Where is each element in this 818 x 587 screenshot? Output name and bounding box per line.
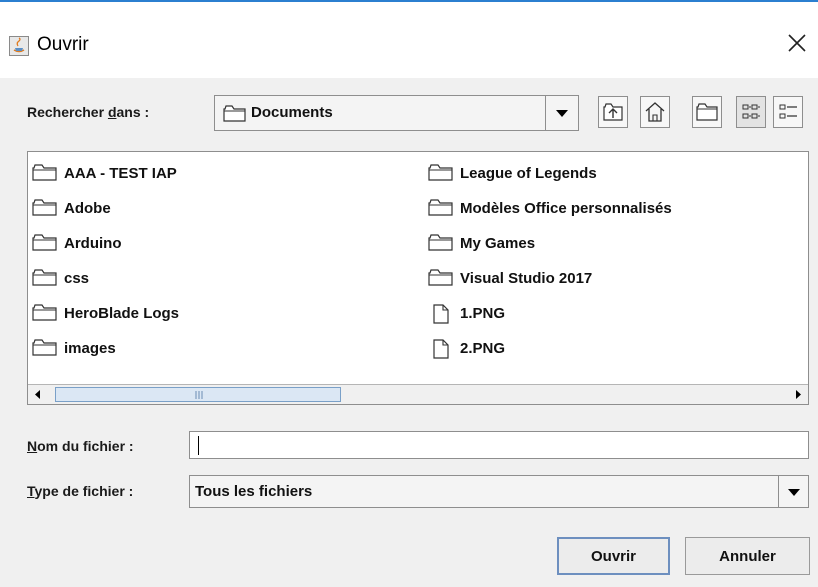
list-item-label: Modèles Office personnalisés (460, 199, 672, 217)
list-item-label: 2.PNG (460, 339, 506, 357)
up-one-level-button[interactable] (598, 96, 628, 128)
file-type-label: Type de fichier : (27, 483, 134, 499)
folder-icon (428, 199, 454, 217)
up-one-level-icon (603, 103, 623, 121)
file-icon (428, 339, 454, 359)
details-view-icon (779, 104, 797, 119)
list-item-label: League of Legends (460, 164, 597, 182)
look-in-value: Documents (251, 104, 333, 121)
list-item[interactable]: Arduino (32, 231, 122, 255)
folder-icon (32, 164, 58, 182)
scroll-right-button[interactable] (788, 385, 808, 404)
home-button[interactable] (640, 96, 670, 128)
folder-icon (32, 269, 58, 287)
list-item-label: Arduino (64, 234, 122, 252)
list-item-label: Adobe (64, 199, 111, 217)
list-item[interactable]: Visual Studio 2017 (428, 266, 592, 290)
folder-icon (32, 234, 58, 252)
list-item[interactable]: 1.PNG (428, 301, 505, 325)
new-folder-button[interactable] (692, 96, 722, 128)
horizontal-scrollbar[interactable] (28, 384, 808, 404)
list-view-icon (742, 104, 760, 119)
file-type-dropdown-button[interactable] (778, 476, 808, 507)
chevron-down-icon (788, 489, 800, 496)
list-item[interactable]: Adobe (32, 196, 111, 220)
chevron-down-icon (556, 110, 568, 117)
folder-icon (428, 269, 454, 287)
list-item-label: css (64, 269, 90, 287)
file-type-combo[interactable]: Tous les fichiers (189, 475, 809, 508)
folder-icon (223, 105, 247, 128)
folder-icon (32, 339, 58, 357)
list-item[interactable]: League of Legends (428, 161, 597, 185)
window-title: Ouvrir (37, 34, 89, 55)
file-list[interactable]: AAA - TEST IAP Adobe Arduino css HeroBlade L… (27, 151, 809, 405)
list-item[interactable]: AAA - TEST IAP (32, 161, 177, 185)
file-icon (428, 304, 454, 324)
list-item[interactable]: HeroBlade Logs (32, 301, 179, 325)
look-in-label: Rechercher dans : (27, 104, 150, 120)
open-button[interactable]: Ouvrir (557, 537, 670, 575)
chevron-left-icon (35, 390, 40, 399)
folder-icon (32, 304, 58, 322)
list-item[interactable]: Modèles Office personnalisés (428, 196, 672, 220)
list-item-label: images (64, 339, 116, 357)
list-item-label: HeroBlade Logs (64, 304, 180, 322)
file-name-label: Nom du fichier : (27, 438, 134, 454)
folder-icon (428, 234, 454, 252)
file-name-input[interactable] (189, 431, 809, 459)
file-type-value: Tous les fichiers (195, 483, 313, 500)
list-item-label: Visual Studio 2017 (460, 269, 593, 287)
list-item-label: My Games (460, 234, 536, 252)
chevron-right-icon (796, 390, 801, 399)
list-item[interactable]: My Games (428, 231, 535, 255)
java-app-icon (9, 36, 29, 56)
title-bar[interactable]: Ouvrir (0, 2, 818, 78)
folder-icon (32, 199, 58, 217)
text-caret (198, 436, 199, 455)
scroll-left-button[interactable] (28, 385, 48, 404)
list-item-label: 1.PNG (460, 304, 506, 322)
grip-icon (195, 391, 203, 399)
list-view-button[interactable] (736, 96, 766, 128)
close-icon[interactable] (784, 30, 810, 56)
new-folder-icon (696, 103, 718, 121)
scroll-thumb[interactable] (55, 387, 341, 402)
list-item[interactable]: images (32, 336, 116, 360)
folder-icon (428, 164, 454, 182)
look-in-dropdown-button[interactable] (545, 96, 578, 130)
look-in-combo[interactable]: Documents (214, 95, 579, 131)
details-view-button[interactable] (773, 96, 803, 128)
cancel-button[interactable]: Annuler (685, 537, 810, 575)
list-item-label: AAA - TEST IAP (64, 164, 177, 182)
home-icon (645, 102, 665, 122)
list-item[interactable]: 2.PNG (428, 336, 505, 360)
list-item[interactable]: css (32, 266, 89, 290)
